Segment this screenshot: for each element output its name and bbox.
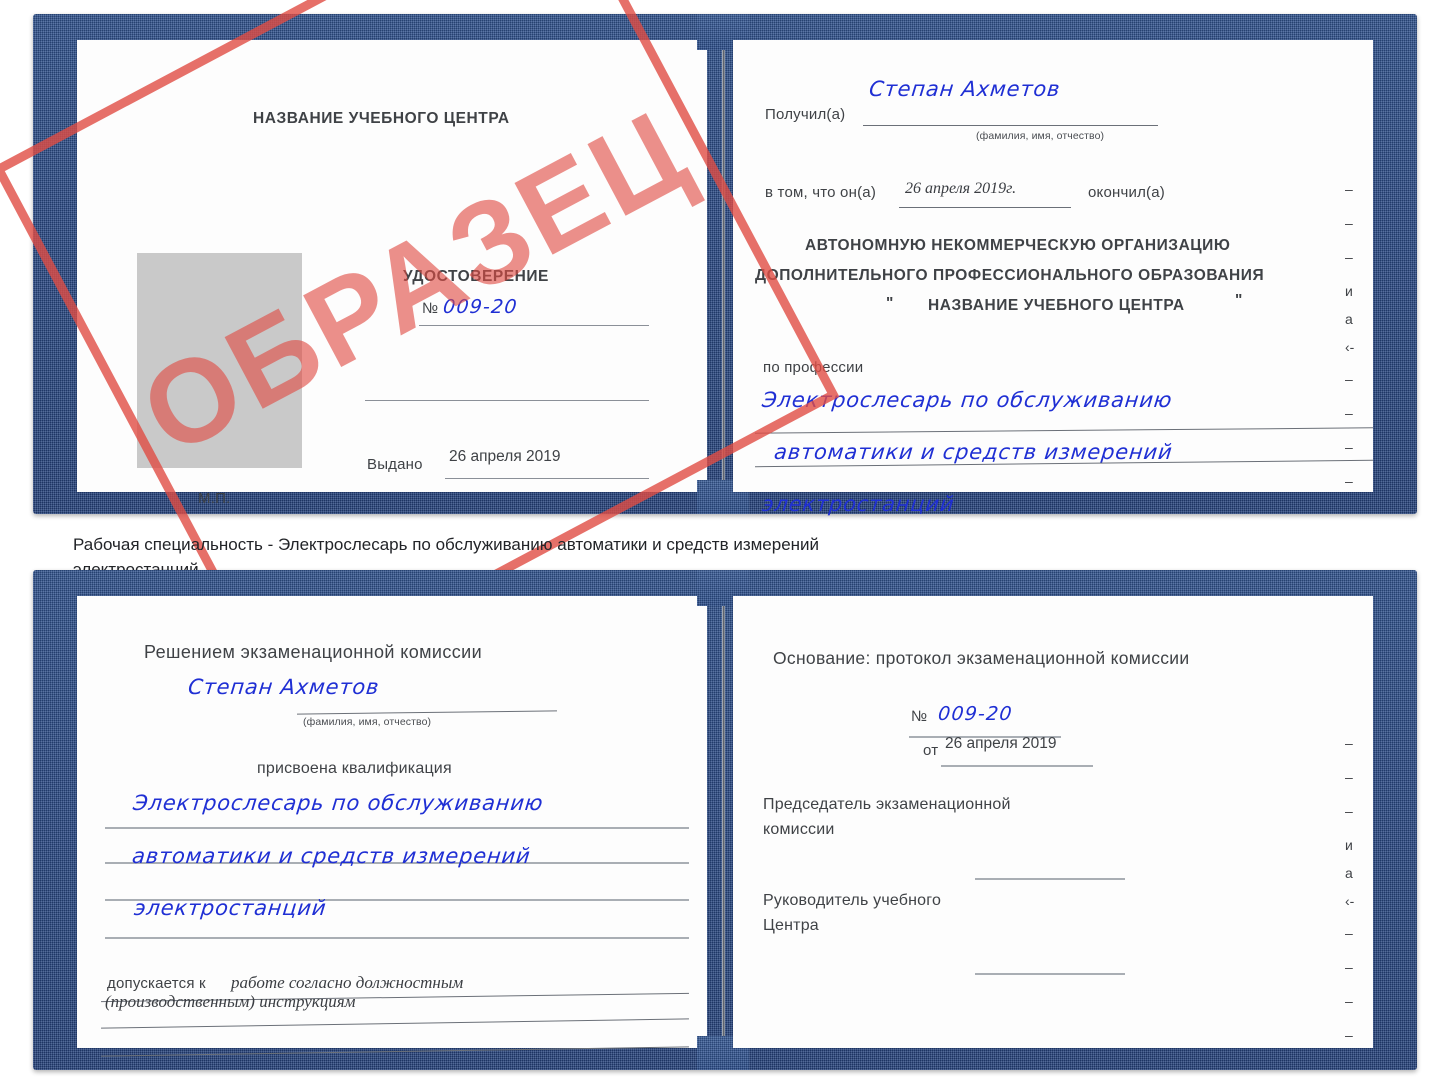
seal-label: М.П. [198, 490, 231, 507]
recipient-name: Степан Ахметов [868, 77, 1062, 101]
edge-fragment: – [1345, 1027, 1353, 1043]
completion-date-rule [899, 207, 1071, 208]
number-label: № [422, 300, 439, 317]
protocol-date-label: от [923, 742, 939, 759]
organization-quote-close: " [1235, 292, 1243, 309]
back-name-rule [297, 710, 557, 715]
edge-fragment: – [1345, 735, 1353, 751]
profession-line-3: электростанций [761, 492, 956, 516]
back-recipient-name: Степан Ахметов [187, 675, 381, 699]
edge-fragment: а [1345, 865, 1353, 881]
profession-label: по профессии [763, 359, 864, 376]
front-spine [722, 38, 725, 494]
finished-label: окончил(а) [1088, 184, 1165, 201]
organization-quote-open: " [886, 295, 894, 312]
edge-fragment: – [1345, 215, 1353, 231]
edge-fragment: и [1345, 837, 1353, 853]
front-left-page: НАЗВАНИЕ УЧЕБНОГО ЦЕНТРА УДОСТОВЕРЕНИЕ №… [77, 40, 707, 507]
qualification-line-3: электростанций [133, 896, 328, 920]
issued-rule [445, 478, 649, 479]
protocol-number-value: 009-20 [937, 703, 1014, 725]
front-right-page: Получил(а) Степан Ахметов (фамилия, имя,… [733, 40, 1373, 516]
edge-fragment: – [1345, 769, 1353, 785]
completion-date: 26 апреля 2019г. [905, 180, 1017, 197]
protocol-date-rule [941, 765, 1093, 767]
certificate-front: НАЗВАНИЕ УЧЕБНОГО ЦЕНТРА УДОСТОВЕРЕНИЕ №… [33, 14, 1417, 516]
back-edge-fragments: – – – и а ‹- – – – – [1345, 736, 1354, 1062]
admitted-line-2: (производственным) инструкциям [105, 992, 356, 1011]
training-center-name: НАЗВАНИЕ УЧЕБНОГО ЦЕНТРА [253, 110, 510, 127]
number-rule [419, 325, 649, 326]
edge-fragment: ‹- [1345, 339, 1355, 355]
head-line-2: Центра [763, 917, 819, 934]
back-spine [722, 594, 725, 1050]
protocol-number-label: № [911, 708, 928, 725]
organization-line-2: ДОПОЛНИТЕЛЬНОГО ПРОФЕССИОНАЛЬНОГО ОБРАЗО… [755, 267, 1265, 284]
qualification-rule-4 [105, 937, 689, 939]
protocol-date-value: 26 апреля 2019 [945, 735, 1057, 752]
blank-rule-1 [365, 400, 649, 401]
basis-label: Основание: протокол экзаменационной коми… [773, 648, 1190, 668]
admitted-line-1: работе согласно должностным [231, 973, 464, 992]
profession-line-1: Электрослесарь по обслуживанию [761, 388, 1174, 412]
edge-fragment: ‹- [1345, 893, 1355, 909]
back-right-page: Основание: протокол экзаменационной коми… [733, 596, 1373, 1048]
qualification-rule-1 [105, 827, 689, 829]
qualification-line-1: Электрослесарь по обслуживанию [132, 791, 545, 815]
edge-fragment: – [1345, 249, 1353, 265]
admitted-rule-3 [101, 1046, 689, 1057]
admitted-label: допускается к [107, 975, 206, 992]
chairman-line-2: комиссии [763, 821, 835, 838]
edge-fragment: – [1345, 925, 1353, 941]
recipient-name-rule [863, 125, 1158, 126]
in-that-label: в том, что он(а) [765, 184, 877, 201]
edge-fragment: – [1345, 371, 1353, 387]
document-title: УДОСТОВЕРЕНИЕ [403, 268, 549, 285]
back-left-page: Решением экзаменационной комиссии Степан… [77, 596, 707, 1057]
admitted-rule-2 [101, 1018, 689, 1029]
profession-rule-1 [755, 427, 1373, 434]
edge-fragment: – [1345, 959, 1353, 975]
profession-line-2: автоматики и средств измерений [773, 440, 1174, 464]
organization-line-1: АВТОНОМНУЮ НЕКОММЕРЧЕСКУЮ ОРГАНИЗАЦИЮ [805, 237, 1231, 254]
issued-date: 26 апреля 2019 [449, 448, 561, 465]
received-label: Получил(а) [765, 106, 846, 123]
edge-fragment: – [1345, 473, 1353, 489]
qualification-label: присвоена квалификация [257, 760, 452, 777]
head-line-1: Руководитель учебного [763, 892, 942, 909]
edge-fragment: – [1345, 993, 1353, 1009]
issued-label: Выдано [367, 456, 423, 473]
back-fio-hint: (фамилия, имя, отчество) [303, 716, 432, 728]
edge-fragment: и [1345, 283, 1353, 299]
certificate-number: 009-20 [442, 296, 519, 318]
edge-fragment: – [1345, 405, 1353, 421]
decision-title: Решением экзаменационной комиссии [144, 642, 483, 662]
edge-fragment: – [1345, 439, 1353, 455]
certificate-back: Решением экзаменационной комиссии Степан… [33, 570, 1417, 1070]
chairman-signature-rule [975, 878, 1125, 880]
edge-fragment: – [1345, 803, 1353, 819]
head-signature-rule [975, 973, 1125, 975]
photo-placeholder [137, 253, 302, 468]
qualification-line-2: автоматики и средств измерений [131, 844, 532, 868]
front-edge-fragments: – – – и а ‹- – – – – [1345, 182, 1354, 508]
edge-fragment: – [1345, 181, 1353, 197]
caption-line-1: Рабочая специальность - Электрослесарь п… [73, 535, 820, 554]
chairman-line-1: Председатель экзаменационной [763, 796, 1011, 813]
organization-line-3: НАЗВАНИЕ УЧЕБНОГО ЦЕНТРА [928, 297, 1185, 314]
fio-hint: (фамилия, имя, отчество) [976, 130, 1105, 142]
edge-fragment: а [1345, 311, 1353, 327]
